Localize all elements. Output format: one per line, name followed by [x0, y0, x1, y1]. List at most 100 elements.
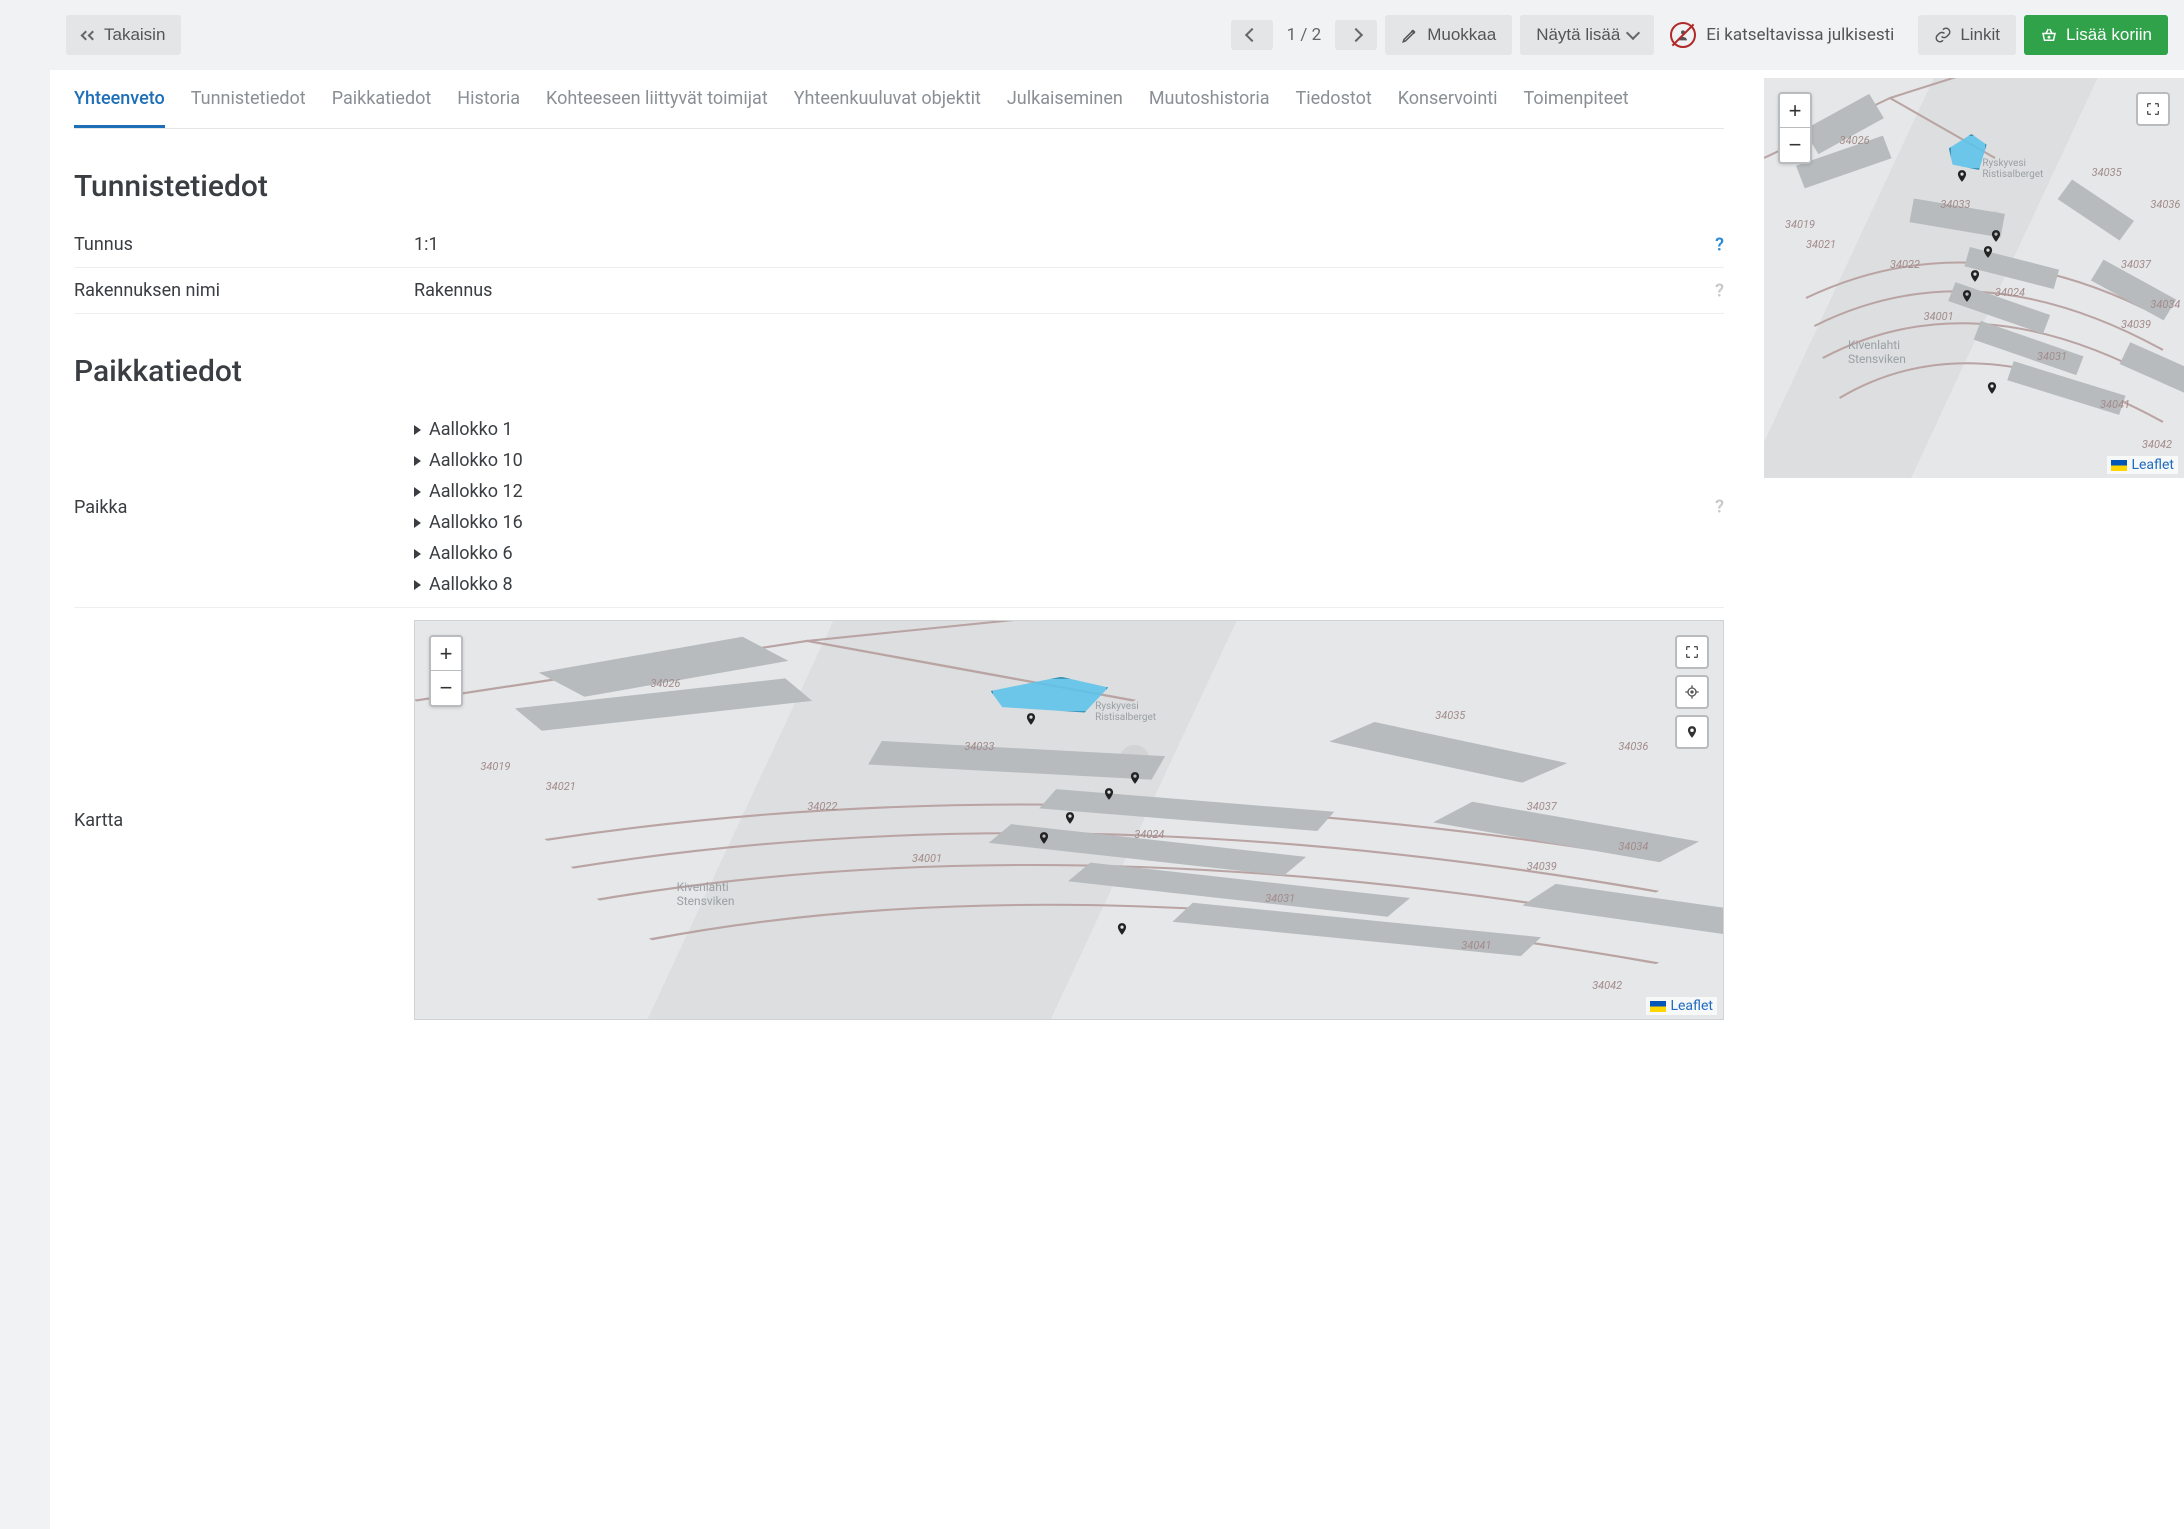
map-attribution: Leaflet — [2107, 456, 2178, 474]
zoom-in-button[interactable]: + — [1780, 94, 1810, 128]
map-area-label: KivenlahtiStensviken — [677, 880, 735, 908]
paikka-list: Aallokko 1 Aallokko 10 Aallokko 12 Aallokko… — [414, 419, 1724, 595]
map-attribution: Leaflet — [1646, 997, 1717, 1015]
add-to-cart-button[interactable]: Lisää koriin — [2024, 15, 2168, 55]
map-plot-label: 34026 — [650, 677, 680, 690]
map-plot-label: 34022 — [1890, 258, 1920, 271]
map-pin[interactable] — [1063, 808, 1075, 820]
map-plot-label: 34022 — [807, 800, 837, 813]
leaflet-link[interactable]: Leaflet — [2131, 457, 2174, 473]
tab-muutoshistoria[interactable]: Muutoshistoria — [1149, 88, 1270, 128]
paikka-item-label: Aallokko 1 — [429, 419, 513, 440]
map-area-label: RyskyvesiRistisalberget — [1982, 158, 2043, 180]
tab-kohteeseen-liittyv-t-toimijat[interactable]: Kohteeseen liittyvät toimijat — [546, 88, 768, 128]
tab-julkaiseminen[interactable]: Julkaiseminen — [1007, 88, 1123, 128]
disclosure-triangle-icon — [414, 580, 421, 590]
map-plot-label: 34001 — [1924, 310, 1954, 323]
tab-toimenpiteet[interactable]: Toimenpiteet — [1524, 88, 1629, 128]
paikka-item[interactable]: Aallokko 6 — [414, 543, 1724, 564]
fullscreen-button[interactable] — [2136, 92, 2170, 126]
zoom-in-button[interactable]: + — [431, 637, 461, 671]
help-icon[interactable]: ? — [1715, 234, 1724, 255]
paikka-item[interactable]: Aallokko 1 — [414, 419, 1724, 440]
pager-prev-button[interactable] — [1231, 20, 1273, 50]
fullscreen-button[interactable] — [1675, 635, 1709, 669]
show-more-button[interactable]: Näytä lisää — [1520, 15, 1654, 55]
marker-button[interactable] — [1675, 715, 1709, 749]
map-plot-label: 34041 — [2100, 398, 2130, 411]
field-value: 1:1 — [414, 234, 1724, 255]
back-button[interactable]: Takaisin — [66, 15, 181, 55]
map-pin[interactable] — [1037, 828, 1049, 840]
zoom-control: + − — [429, 635, 463, 707]
map-pin[interactable] — [1102, 784, 1114, 796]
map-pin[interactable] — [1989, 226, 2001, 238]
field-label: Paikka — [74, 497, 414, 518]
tab-yhteenveto[interactable]: Yhteenveto — [74, 88, 165, 128]
paikka-item[interactable]: Aallokko 8 — [414, 574, 1724, 595]
paikka-item-label: Aallokko 12 — [429, 481, 523, 502]
not-public-icon — [1670, 22, 1696, 48]
map-main[interactable]: + − — [414, 620, 1724, 1020]
toolbar: Takaisin 1 / 2 Muokkaa Näytä lisää — [50, 0, 2184, 70]
locate-button[interactable] — [1675, 675, 1709, 709]
tab-paikkatiedot[interactable]: Paikkatiedot — [332, 88, 432, 128]
map-plot-label: 34042 — [2142, 438, 2172, 451]
field-row-paikka: Paikka Aallokko 1Aallokko 10Aallokko 12A… — [74, 407, 1724, 608]
map-plot-label: 34024 — [1134, 828, 1164, 841]
help-icon[interactable]: ? — [1715, 280, 1724, 301]
tab-tiedostot[interactable]: Tiedostot — [1295, 88, 1371, 128]
paikka-item-label: Aallokko 16 — [429, 512, 523, 533]
map-plot-label: 34039 — [2121, 318, 2151, 331]
fullscreen-icon — [1684, 644, 1700, 660]
section-heading-tunnistetiedot: Tunnistetiedot — [74, 169, 1724, 204]
leaflet-link[interactable]: Leaflet — [1670, 998, 1713, 1014]
map-plot-label: 34021 — [546, 780, 576, 793]
zoom-out-button[interactable]: − — [1780, 128, 1810, 162]
tab-konservointi[interactable]: Konservointi — [1398, 88, 1498, 128]
disclosure-triangle-icon — [414, 487, 421, 497]
map-plot-label: 34026 — [1840, 134, 1870, 147]
map-pin[interactable] — [1024, 709, 1036, 721]
map-pin[interactable] — [1985, 378, 1997, 390]
pager-next-button[interactable] — [1335, 20, 1377, 50]
chevron-right-icon — [1349, 28, 1363, 42]
paikka-item[interactable]: Aallokko 12 — [414, 481, 1724, 502]
map-plot-label: 34035 — [1435, 709, 1465, 722]
field-label: Kartta — [74, 810, 414, 831]
paikka-item[interactable]: Aallokko 16 — [414, 512, 1724, 533]
pin-icon — [1685, 723, 1699, 741]
show-more-label: Näytä lisää — [1536, 25, 1620, 45]
ukraine-flag-icon — [2111, 460, 2127, 471]
map-pin[interactable] — [1115, 919, 1127, 931]
map-pin[interactable] — [1955, 166, 1967, 178]
tab-tunnistetiedot[interactable]: Tunnistetiedot — [191, 88, 306, 128]
map-pin[interactable] — [1128, 768, 1140, 780]
double-chevron-left-icon — [82, 32, 96, 39]
help-icon[interactable]: ? — [1715, 497, 1724, 518]
chevron-down-icon — [1626, 26, 1640, 40]
field-row-rakennuksen-nimi: Rakennuksen nimi Rakennus ? — [74, 268, 1724, 314]
links-button[interactable]: Linkit — [1918, 15, 2016, 55]
disclosure-triangle-icon — [414, 518, 421, 528]
map-plot-label: 34034 — [1618, 840, 1648, 853]
disclosure-triangle-icon — [414, 549, 421, 559]
map-pin[interactable] — [1968, 266, 1980, 278]
tab-yhteenkuuluvat-objektit[interactable]: Yhteenkuuluvat objektit — [794, 88, 981, 128]
paikka-item-label: Aallokko 10 — [429, 450, 523, 471]
map-plot-label: 34031 — [2037, 350, 2067, 363]
map-pin[interactable] — [1960, 286, 1972, 298]
map-plot-label: 34041 — [1461, 939, 1491, 952]
field-label: Tunnus — [74, 234, 414, 255]
tab-historia[interactable]: Historia — [457, 88, 520, 128]
field-row-tunnus: Tunnus 1:1 ? — [74, 222, 1724, 268]
map-plot-label: 34034 — [2150, 298, 2180, 311]
field-value: Rakennus — [414, 280, 1724, 301]
paikka-item[interactable]: Aallokko 10 — [414, 450, 1724, 471]
map-plot-label: 34033 — [964, 740, 994, 753]
zoom-out-button[interactable]: − — [431, 671, 461, 705]
edit-button[interactable]: Muokkaa — [1385, 15, 1512, 55]
chevron-left-icon — [1245, 28, 1259, 42]
map-side[interactable]: + − Leaflet 3402634033340193402234035340… — [1764, 78, 2184, 478]
paikka-item-label: Aallokko 8 — [429, 574, 513, 595]
